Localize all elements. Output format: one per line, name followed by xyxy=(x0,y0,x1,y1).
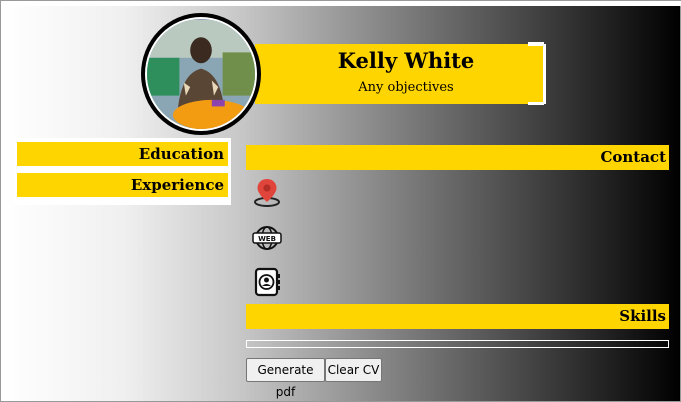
svg-text:WEB: WEB xyxy=(258,235,276,243)
generate-pdf-button[interactable]: Generate pdf xyxy=(246,358,325,399)
profile-objective: Any objectives xyxy=(358,80,454,95)
profile-photo-icon xyxy=(147,20,255,129)
clear-cv-button[interactable]: Clear CV xyxy=(325,358,382,382)
address-book-icon[interactable] xyxy=(251,266,283,298)
profile-name: Kelly White xyxy=(337,48,475,73)
education-button[interactable]: Education xyxy=(17,142,228,166)
banner-cap-top xyxy=(528,42,544,46)
top-strip xyxy=(1,1,681,6)
experience-button[interactable]: Experience xyxy=(17,173,228,197)
profile-photo xyxy=(145,17,257,131)
location-pin-icon[interactable] xyxy=(251,176,283,208)
avatar[interactable] xyxy=(141,13,261,135)
left-nav: Education Experience xyxy=(14,138,231,205)
web-icon[interactable]: WEB xyxy=(251,222,283,254)
banner-cap-bottom xyxy=(528,102,544,105)
skills-input-area[interactable] xyxy=(246,340,669,348)
contact-section-title: Contact xyxy=(246,145,669,170)
skills-section-title: Skills xyxy=(246,304,669,329)
